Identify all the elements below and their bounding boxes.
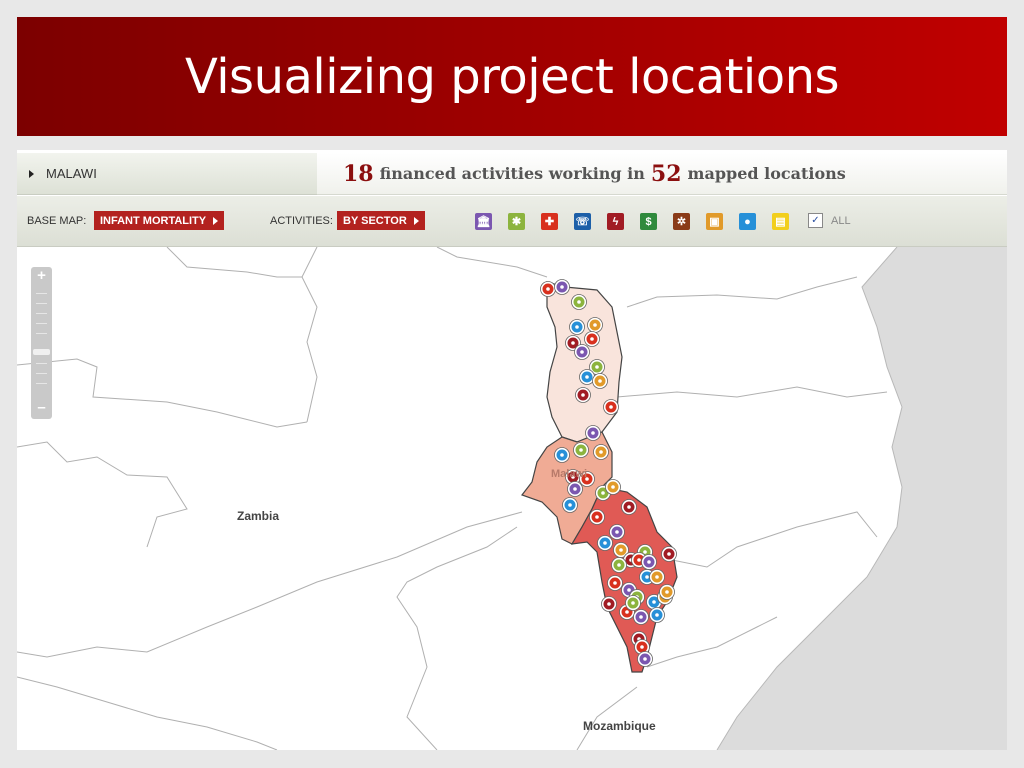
project-marker[interactable]: [567, 481, 583, 497]
bank-icon[interactable]: 🏛: [475, 213, 492, 230]
agriculture-icon[interactable]: ✱: [508, 213, 525, 230]
map-canvas[interactable]: + – Zambia Malawi Mozambique: [17, 247, 1007, 750]
base-map-label: BASE MAP:: [27, 215, 87, 227]
project-marker[interactable]: [593, 444, 609, 460]
map-label-malawi: Malawi: [551, 468, 588, 480]
base-map-dropdown[interactable]: INFANT MORTALITY: [94, 211, 225, 230]
transport-bus-icon[interactable]: ▣: [706, 213, 723, 230]
project-marker[interactable]: [601, 596, 617, 612]
project-marker[interactable]: [574, 344, 590, 360]
locations-count: 52: [650, 160, 682, 187]
map-label-mozambique: Mozambique: [583, 719, 656, 733]
caret-right-icon: [213, 216, 219, 225]
expand-arrow-icon: [29, 169, 34, 178]
slide-title-bar: Visualizing project locations: [17, 17, 1007, 136]
locations-text: mapped locations: [687, 164, 846, 183]
project-marker[interactable]: [605, 479, 621, 495]
map-label-zambia: Zambia: [237, 509, 280, 523]
caret-right-icon: [413, 216, 419, 225]
activities-text: financed activities working in: [379, 164, 645, 183]
project-marker[interactable]: [597, 535, 613, 551]
zoom-slider-handle[interactable]: [33, 349, 50, 355]
phone-icon[interactable]: ☏: [574, 213, 591, 230]
water-drop-icon[interactable]: ●: [739, 213, 756, 230]
country-selector[interactable]: MALAWI: [17, 153, 317, 195]
project-marker[interactable]: [585, 425, 601, 441]
project-marker[interactable]: [592, 373, 608, 389]
project-marker[interactable]: [540, 281, 556, 297]
all-checkbox[interactable]: ✓: [808, 213, 823, 228]
finance-dollar-icon[interactable]: $: [640, 213, 657, 230]
project-marker[interactable]: [649, 607, 665, 623]
slide-title: Visualizing project locations: [184, 48, 840, 105]
project-marker[interactable]: [609, 524, 625, 540]
activities-label: ACTIVITIES:: [270, 215, 333, 227]
project-marker[interactable]: [625, 595, 641, 611]
zoom-in-button[interactable]: +: [31, 267, 52, 285]
energy-icon[interactable]: ϟ: [607, 213, 624, 230]
activities-summary: 18 financed activities working in 52 map…: [317, 153, 1007, 195]
health-cross-icon[interactable]: ✚: [541, 213, 558, 230]
project-marker[interactable]: [611, 557, 627, 573]
zoom-out-button[interactable]: –: [31, 399, 52, 417]
project-marker[interactable]: [573, 442, 589, 458]
country-name: MALAWI: [46, 166, 97, 181]
project-marker[interactable]: [584, 331, 600, 347]
project-marker[interactable]: [569, 319, 585, 335]
project-marker[interactable]: [659, 584, 675, 600]
project-marker[interactable]: [637, 651, 653, 667]
project-marker[interactable]: [661, 546, 677, 562]
all-label: ALL: [831, 215, 851, 227]
activities-dropdown[interactable]: BY SECTOR: [337, 211, 425, 230]
project-marker[interactable]: [554, 279, 570, 295]
map-svg: [17, 247, 1007, 750]
project-marker[interactable]: [633, 609, 649, 625]
activities-value: BY SECTOR: [343, 214, 407, 227]
project-marker[interactable]: [554, 447, 570, 463]
project-marker[interactable]: [649, 569, 665, 585]
base-map-value: INFANT MORTALITY: [100, 214, 207, 227]
activities-count: 18: [343, 160, 374, 187]
project-marker[interactable]: [562, 497, 578, 513]
project-marker[interactable]: [575, 387, 591, 403]
industry-gear-icon[interactable]: ✲: [673, 213, 690, 230]
project-marker[interactable]: [621, 499, 637, 515]
zoom-control: + –: [31, 267, 52, 419]
project-marker[interactable]: [587, 317, 603, 333]
map-app-screenshot: MALAWI 18 financed activities working in…: [17, 150, 1007, 750]
education-book-icon[interactable]: ▤: [772, 213, 789, 230]
project-marker[interactable]: [589, 509, 605, 525]
project-marker[interactable]: [571, 294, 587, 310]
project-marker[interactable]: [607, 575, 623, 591]
map-toolbar: BASE MAP: INFANT MORTALITY ACTIVITIES: B…: [17, 196, 1007, 247]
project-marker[interactable]: [603, 399, 619, 415]
project-marker[interactable]: [641, 554, 657, 570]
